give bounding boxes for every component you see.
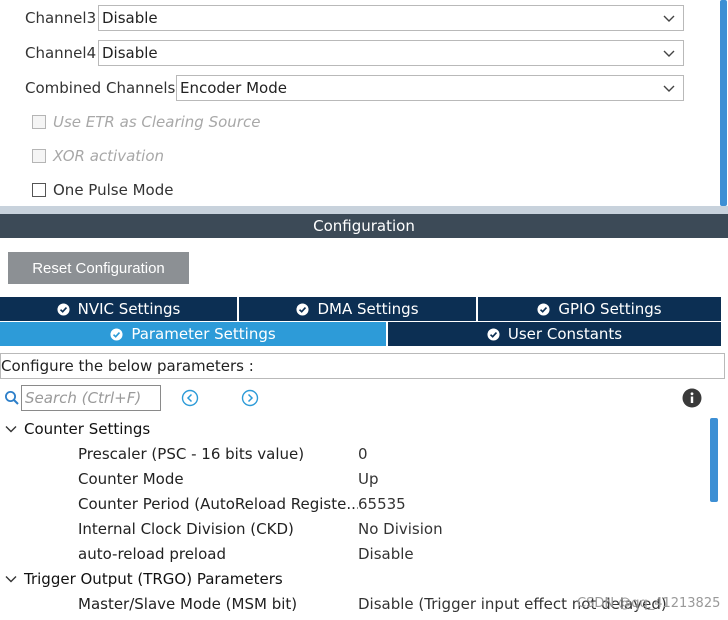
group-trigger-output-label: Trigger Output (TRGO) Parameters bbox=[24, 570, 283, 588]
combined-channels-label: Combined Channels bbox=[25, 79, 176, 97]
watermark: CSDN @qq_41213825 bbox=[577, 596, 721, 611]
tab-dma-settings[interactable]: DMA Settings bbox=[239, 297, 476, 321]
reset-configuration-button[interactable]: Reset Configuration bbox=[8, 252, 189, 284]
xor-checkbox-row: XOR activation bbox=[32, 146, 164, 166]
mode-scrollbar[interactable] bbox=[720, 0, 728, 206]
group-counter-settings-label: Counter Settings bbox=[24, 420, 151, 438]
param-name: Prescaler (PSC - 16 bits value) bbox=[78, 445, 305, 463]
one-pulse-label: One Pulse Mode bbox=[53, 181, 174, 199]
tab-gpio-settings[interactable]: GPIO Settings bbox=[478, 297, 721, 321]
chevron-down-icon bbox=[663, 15, 675, 22]
channel3-value: Disable bbox=[102, 9, 158, 27]
panel-splitter[interactable] bbox=[0, 206, 728, 214]
param-value[interactable]: Disable bbox=[358, 545, 414, 563]
tab-nvic-label: NVIC Settings bbox=[77, 300, 181, 318]
tab-user-constants-label: User Constants bbox=[507, 325, 623, 343]
configuration-title: Configuration bbox=[313, 217, 415, 235]
chevron-down-icon bbox=[663, 85, 675, 92]
param-row[interactable]: Internal Clock Division (CKD) No Divisio… bbox=[78, 517, 718, 541]
combined-channels-value: Encoder Mode bbox=[180, 79, 287, 97]
combined-channels-row: Combined Channels bbox=[25, 75, 175, 101]
channel4-select[interactable]: Disable bbox=[98, 40, 684, 66]
param-name: Master/Slave Mode (MSM bit) bbox=[78, 595, 298, 613]
tab-user-constants[interactable]: User Constants bbox=[388, 322, 721, 346]
etr-checkbox-row: Use ETR as Clearing Source bbox=[32, 112, 260, 132]
one-pulse-checkbox-row[interactable]: One Pulse Mode bbox=[32, 180, 173, 200]
param-value[interactable]: 65535 bbox=[358, 495, 406, 513]
mode-panel: Channel3 Disable Channel4 Disable Combin… bbox=[0, 0, 728, 206]
param-name: auto-reload preload bbox=[78, 545, 226, 563]
param-name: Internal Clock Division (CKD) bbox=[78, 520, 294, 538]
parameters-hint-text: Configure the below parameters : bbox=[1, 357, 254, 375]
chevron-right-circle-icon[interactable] bbox=[241, 389, 259, 407]
param-name: Counter Mode bbox=[78, 470, 184, 488]
param-value[interactable]: Up bbox=[358, 470, 379, 488]
configuration-header: Configuration bbox=[0, 214, 728, 238]
xor-checkbox bbox=[32, 149, 46, 163]
tab-parameter-settings[interactable]: Parameter Settings bbox=[0, 322, 386, 346]
param-row[interactable]: Prescaler (PSC - 16 bits value) 0 bbox=[78, 442, 718, 466]
mode-scrollbar-thumb[interactable] bbox=[720, 0, 727, 206]
xor-label: XOR activation bbox=[53, 147, 165, 165]
check-circle-icon bbox=[296, 302, 310, 316]
caret-down-icon[interactable] bbox=[4, 572, 18, 586]
param-row[interactable]: auto-reload preload Disable bbox=[78, 542, 718, 566]
param-row[interactable]: Counter Period (AutoReload Registe... 65… bbox=[78, 492, 718, 516]
etr-label: Use ETR as Clearing Source bbox=[53, 113, 261, 131]
channel4-label: Channel4 bbox=[25, 44, 97, 62]
channel3-row: Channel3 bbox=[25, 5, 96, 31]
param-row[interactable]: Counter Mode Up bbox=[78, 467, 718, 491]
channel3-label: Channel3 bbox=[25, 9, 97, 27]
one-pulse-checkbox[interactable] bbox=[32, 183, 46, 197]
group-trigger-output[interactable]: Trigger Output (TRGO) Parameters bbox=[4, 567, 283, 591]
search-input[interactable] bbox=[21, 385, 161, 411]
etr-checkbox bbox=[32, 115, 46, 129]
tab-parameter-label: Parameter Settings bbox=[131, 325, 276, 343]
caret-down-icon[interactable] bbox=[4, 422, 18, 436]
parameters-scrollbar-thumb[interactable] bbox=[710, 418, 718, 502]
check-circle-icon bbox=[487, 327, 500, 341]
chevron-down-icon bbox=[663, 50, 675, 57]
parameters-hint: Configure the below parameters : bbox=[0, 353, 725, 379]
param-value[interactable]: 0 bbox=[358, 445, 368, 463]
param-name: Counter Period (AutoReload Registe... bbox=[78, 495, 358, 513]
chevron-left-circle-icon[interactable] bbox=[181, 389, 199, 407]
combined-channels-select[interactable]: Encoder Mode bbox=[176, 75, 684, 101]
channel4-row: Channel4 bbox=[25, 40, 96, 66]
channel4-value: Disable bbox=[102, 44, 158, 62]
search-icon[interactable] bbox=[4, 390, 20, 406]
check-circle-icon bbox=[537, 302, 550, 316]
info-icon[interactable] bbox=[682, 388, 702, 408]
check-circle-icon bbox=[57, 302, 70, 316]
group-counter-settings[interactable]: Counter Settings bbox=[4, 417, 150, 441]
tab-nvic-settings[interactable]: NVIC Settings bbox=[0, 297, 237, 321]
tab-dma-label: DMA Settings bbox=[317, 300, 419, 318]
param-value[interactable]: No Division bbox=[358, 520, 443, 538]
channel3-select[interactable]: Disable bbox=[98, 5, 684, 31]
tab-gpio-label: GPIO Settings bbox=[558, 300, 662, 318]
check-circle-icon bbox=[110, 327, 123, 341]
